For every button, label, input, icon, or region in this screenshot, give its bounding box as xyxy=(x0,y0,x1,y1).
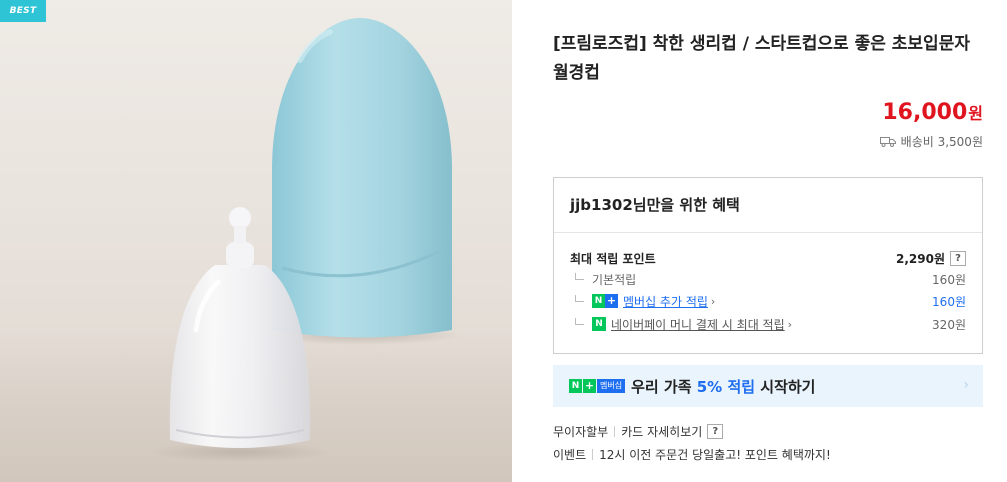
separator xyxy=(592,449,594,460)
membership-points-value: 160원 xyxy=(932,294,966,309)
tree-elbow xyxy=(575,272,584,280)
help-button[interactable]: ? xyxy=(950,250,966,266)
product-image: BEST xyxy=(0,0,512,482)
price-value: 16,000 xyxy=(882,100,968,125)
benefit-box: jjb1302님만을 위한 혜택 최대 적립 포인트 2,290원 ? 기본적립… xyxy=(553,177,983,354)
cup-case-icon xyxy=(262,18,462,345)
max-points-label: 최대 적립 포인트 xyxy=(570,251,656,266)
npay-points-link[interactable]: 네이버페이 머니 결제 시 최대 적립 xyxy=(611,316,785,333)
naver-plus-badge-icon: N + xyxy=(592,294,618,308)
membership-points-link[interactable]: 멤버십 추가 적립 xyxy=(623,293,708,310)
divider xyxy=(554,232,982,233)
payment-options-row: 무이자할부 카드 자세히보기 ? xyxy=(553,423,724,440)
price-unit: 원 xyxy=(968,104,983,123)
benefit-title: jjb1302님만을 위한 혜택 xyxy=(570,196,740,214)
price: 16,000 원 xyxy=(882,100,983,128)
basic-points-label: 기본적립 xyxy=(592,272,637,287)
shipping-fee: 배송비 3,500원 xyxy=(900,135,983,149)
membership-points-row: N + 멤버십 추가 적립 › 160원 xyxy=(570,292,966,310)
separator xyxy=(614,426,616,437)
truck-icon xyxy=(879,136,896,147)
max-points-row: 최대 적립 포인트 2,290원 ? xyxy=(570,249,966,267)
product-title: [프림로즈컵] 착한 생리컵 / 스타트컵으로 좋은 초보입문자 월경컵 xyxy=(553,34,970,83)
npay-points-value: 320원 xyxy=(932,317,966,332)
membership-promo-banner[interactable]: N + 멤버십 우리 가족 5% 적립 시작하기 › xyxy=(553,365,983,407)
best-badge: BEST xyxy=(0,0,46,22)
npay-points-row: N 네이버페이 머니 결제 시 최대 적립 › 320원 xyxy=(570,315,966,333)
chevron-right-icon: › xyxy=(710,294,716,308)
basic-points-value: 160원 xyxy=(932,272,966,287)
product-info-panel: [프림로즈컵] 착한 생리컵 / 스타트컵으로 좋은 초보입문자 월경컵 16,… xyxy=(553,0,983,482)
card-details-link[interactable]: 카드 자세히보기 xyxy=(621,423,702,440)
help-button[interactable]: ? xyxy=(707,424,724,439)
tree-elbow xyxy=(575,317,584,325)
max-points-value: 2,290원 xyxy=(896,251,945,266)
naver-pay-icon: N xyxy=(592,317,606,331)
product-photo-illustration xyxy=(150,18,462,462)
event-row: 이벤트 12시 이전 주문건 당일출고! 포인트 혜택까지! xyxy=(553,446,831,463)
installment-label: 무이자할부 xyxy=(553,425,609,439)
basic-points-row: 기본적립 160원 xyxy=(570,270,966,288)
chevron-right-icon: › xyxy=(787,317,793,331)
promo-text: 우리 가족 5% 적립 시작하기 xyxy=(631,377,816,396)
event-label: 이벤트 xyxy=(553,448,587,462)
tree-elbow xyxy=(575,294,584,302)
shipping-info: 배송비 3,500원 xyxy=(879,133,983,150)
chevron-right-icon: › xyxy=(963,377,969,393)
naver-membership-badge-icon: N + 멤버십 xyxy=(569,379,626,393)
event-text: 12시 이전 주문건 당일출고! 포인트 혜택까지! xyxy=(599,448,831,462)
